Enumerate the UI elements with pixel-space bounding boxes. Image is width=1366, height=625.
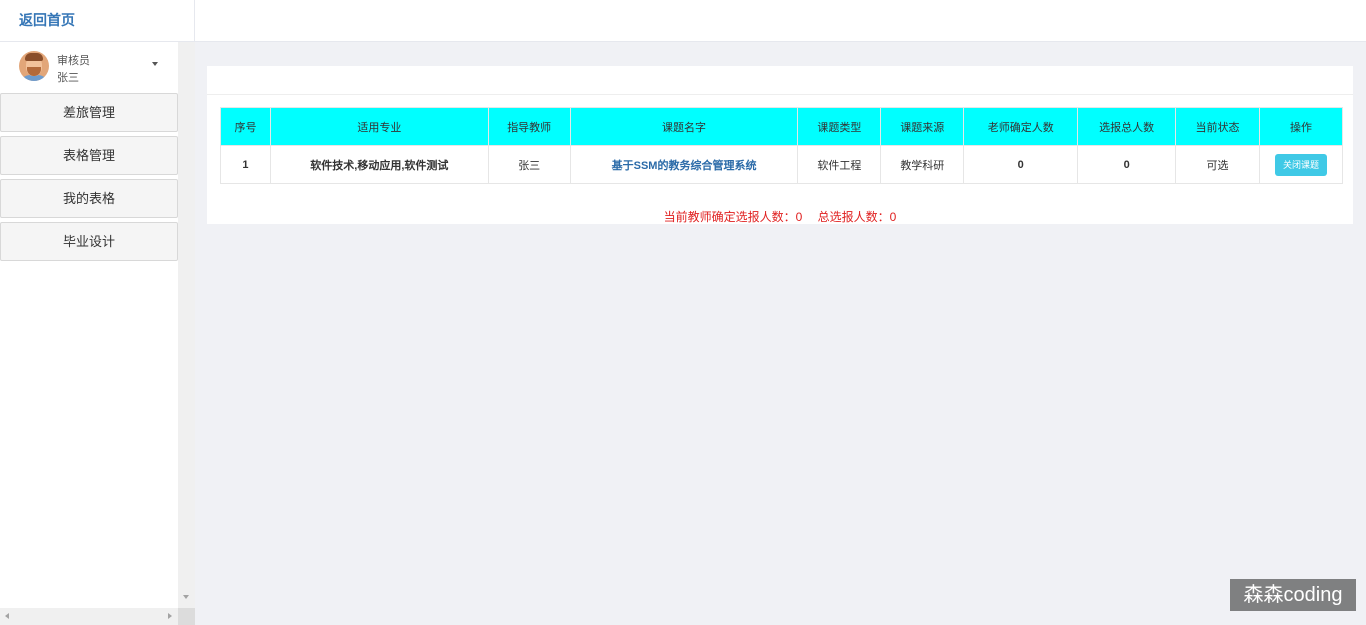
row-status: 可选 <box>1175 145 1260 184</box>
watermark: 森森coding <box>1230 579 1356 611</box>
row-major: 软件技术,移动应用,软件测试 <box>269 145 489 184</box>
table-row: 1 软件技术,移动应用,软件测试 张三 基于SSM的教务综合管理系统 软件工程 … <box>220 145 1343 184</box>
row-action-cell: 关闭课题 <box>1259 145 1343 184</box>
column-header: 课题名字 <box>569 107 799 146</box>
column-header: 课题类型 <box>797 107 882 146</box>
user-panel[interactable]: 审核员 张三 <box>0 42 178 92</box>
summary-line: 当前教师确定选报人数：0 总选报人数：0 <box>207 208 1353 225</box>
column-header: 适用专业 <box>269 107 489 146</box>
column-header: 选报总人数 <box>1077 107 1177 146</box>
close-topic-button[interactable]: 关闭课题 <box>1274 153 1327 176</box>
avatar <box>19 51 49 81</box>
column-header: 老师确定人数 <box>963 107 1079 146</box>
card-header <box>207 66 1353 95</box>
sidebar-item-my-forms[interactable]: 我的表格 <box>0 179 178 218</box>
table-header-row: 序号 适用专业 指导教师 课题名字 课题类型 课题来源 老师确定人数 选报总人数… <box>220 107 1343 146</box>
row-total-count: 0 <box>1077 145 1177 184</box>
horizontal-scrollbar[interactable] <box>0 608 178 625</box>
sidebar: 审核员 张三 差旅管理 表格管理 我的表格 毕业设计 <box>0 42 195 625</box>
vertical-scrollbar[interactable] <box>178 42 195 608</box>
column-header: 操作 <box>1259 107 1343 146</box>
user-name: 张三 <box>57 72 79 84</box>
home-link[interactable]: 返回首页 <box>0 0 195 42</box>
scroll-right-arrow-icon[interactable] <box>168 613 172 619</box>
column-header: 当前状态 <box>1175 107 1260 146</box>
caret-down-icon[interactable] <box>152 62 158 66</box>
top-bar: 返回首页 <box>0 0 1366 42</box>
row-teacher: 张三 <box>487 145 571 184</box>
topic-table: 序号 适用专业 指导教师 课题名字 课题类型 课题来源 老师确定人数 选报总人数… <box>220 107 1343 184</box>
topic-link[interactable]: 基于SSM的教务综合管理系统 <box>612 160 757 172</box>
scroll-down-arrow-icon[interactable] <box>183 595 189 599</box>
column-header: 课题来源 <box>880 107 965 146</box>
sidebar-content: 审核员 张三 差旅管理 表格管理 我的表格 毕业设计 <box>0 42 178 608</box>
confirmed-count-text: 当前教师确定选报人数：0 <box>663 210 803 224</box>
row-index: 1 <box>220 145 271 184</box>
column-header: 序号 <box>220 107 271 146</box>
sidebar-menu: 差旅管理 表格管理 我的表格 毕业设计 <box>0 93 178 265</box>
sidebar-item-travel[interactable]: 差旅管理 <box>0 93 178 132</box>
column-header: 指导教师 <box>487 107 571 146</box>
topic-card: 序号 适用专业 指导教师 课题名字 课题类型 课题来源 老师确定人数 选报总人数… <box>207 66 1353 224</box>
row-type: 软件工程 <box>797 145 882 184</box>
sidebar-item-forms[interactable]: 表格管理 <box>0 136 178 175</box>
user-role: 审核员 <box>57 55 90 67</box>
row-topic-cell: 基于SSM的教务综合管理系统 <box>569 145 799 184</box>
scrollbar-corner <box>178 608 195 625</box>
scroll-left-arrow-icon[interactable] <box>5 613 9 619</box>
total-count-text: 总选报人数：0 <box>817 210 897 224</box>
row-source: 教学科研 <box>880 145 965 184</box>
sidebar-item-graduation-design[interactable]: 毕业设计 <box>0 222 178 261</box>
row-confirmed-count: 0 <box>963 145 1079 184</box>
